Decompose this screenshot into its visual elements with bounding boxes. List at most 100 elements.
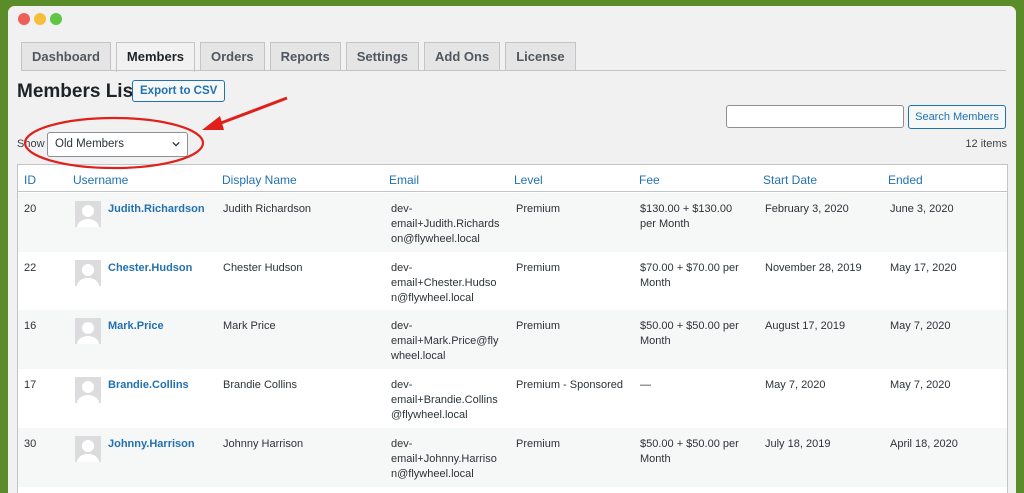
fee-line: Month [640,453,671,465]
email-line: n@flywheel.local [391,292,474,304]
email-line: @flywheel.local [391,409,468,421]
user-silhouette-icon [77,381,99,403]
cell-start-date: May 7, 2020 [765,379,826,391]
cell-username[interactable]: Brandie.Collins [108,378,189,393]
avatar [75,377,101,403]
header-ended[interactable]: Ended [888,173,923,187]
search-input[interactable] [726,105,904,128]
cell-fee: $50.00 + $50.00 per Month [640,437,739,467]
member-filter-select[interactable]: Old Members [47,132,188,157]
show-label: Show [17,138,45,150]
header-id[interactable]: ID [24,173,36,187]
table-header: ID Username Display Name Email Level Fee… [18,165,1007,192]
avatar [75,260,101,286]
cell-fee: $70.00 + $70.00 per Month [640,261,739,291]
cell-email: dev-email+Mark.Price@fly wheel.local [391,319,498,364]
tab-divider [21,70,1006,71]
table-row: 20 Judith.Richardson Judith Richardson d… [18,193,1007,252]
header-username[interactable]: Username [73,173,128,187]
cell-level: Premium [516,320,561,332]
avatar [75,318,101,344]
header-email[interactable]: Email [389,173,419,187]
tab-settings[interactable]: Settings [345,42,420,71]
cell-fee: $50.00 + $50.00 per Month [640,319,739,349]
minimize-window-button[interactable] [34,13,46,25]
tab-dashboard[interactable]: Dashboard [21,42,111,71]
nav-tabs: Dashboard Members Orders Reports Setting… [21,42,581,72]
cell-ended: May 7, 2020 [890,379,951,391]
cell-id: 16 [24,320,37,332]
cell-id: 20 [24,203,37,215]
fee-line: Month [640,335,671,347]
cell-fee: — [640,378,651,393]
tab-reports[interactable]: Reports [269,42,341,71]
cell-id: 22 [24,262,37,274]
fee-line: Month [640,277,671,289]
tab-members[interactable]: Members [115,42,195,72]
header-level[interactable]: Level [514,173,543,187]
user-silhouette-icon [77,264,99,286]
email-line: dev- [391,379,413,391]
table-row: 22 Chester.Hudson Chester Hudson dev-ema… [18,252,1007,311]
user-silhouette-icon [77,322,99,344]
tab-license[interactable]: License [505,42,576,71]
cell-ended: June 3, 2020 [890,203,954,215]
cell-display-name: Johnny Harrison [223,438,304,450]
maximize-window-button[interactable] [50,13,62,25]
cell-username[interactable]: Judith.Richardson [108,202,205,217]
user-silhouette-icon [77,440,99,462]
cell-email: dev-email+Judith.Richards on@flywheel.loc… [391,202,500,247]
close-window-button[interactable] [18,13,30,25]
cell-level: Premium [516,438,561,450]
cell-fee: $130.00 + $130.00 per Month [640,202,732,232]
cell-display-name: Brandie Collins [223,379,297,391]
email-line: email+Judith.Richards [391,218,500,230]
cell-level: Premium [516,203,561,215]
cell-start-date: July 18, 2019 [765,438,831,450]
email-line: wheel.local [391,350,446,362]
search-members-button[interactable]: Search Members [908,105,1006,129]
cell-email: dev-email+Johnny.Harriso n@flywheel.local [391,437,497,482]
header-start-date[interactable]: Start Date [763,173,817,187]
user-silhouette-icon [77,205,99,227]
cell-username[interactable]: Mark.Price [108,319,164,334]
header-display-name[interactable]: Display Name [222,173,297,187]
email-line: on@flywheel.local [391,233,480,245]
tab-orders[interactable]: Orders [199,42,265,71]
email-line: email+Johnny.Harriso [391,453,497,465]
cell-username[interactable]: Johnny.Harrison [108,437,195,452]
export-csv-button[interactable]: Export to CSV [132,80,226,102]
avatar [75,201,101,227]
email-line: email+Chester.Hudso [391,277,497,289]
cell-email: dev-email+Chester.Hudso n@flywheel.local [391,261,496,306]
fee-line: $50.00 + $50.00 per [640,438,739,450]
cell-level: Premium - Sponsored [516,379,623,391]
cell-start-date: August 17, 2019 [765,320,846,332]
cell-display-name: Mark Price [223,320,276,332]
cell-ended: April 18, 2020 [890,438,958,450]
title-bar [8,6,1016,30]
fee-line: $50.00 + $50.00 per [640,320,739,332]
member-filter-value: Old Members [55,138,125,150]
cell-username[interactable]: Chester.Hudson [108,261,192,276]
email-line: email+Mark.Price@fly [391,335,499,347]
cell-id: 30 [24,438,37,450]
email-line: dev- [391,203,413,215]
cell-display-name: Chester Hudson [223,262,303,274]
browser-window: Dashboard Members Orders Reports Setting… [8,6,1016,493]
tab-add-ons[interactable]: Add Ons [424,42,501,71]
table-row: 30 Johnny.Harrison Johnny Harrison dev-e… [18,428,1007,487]
cell-start-date: November 28, 2019 [765,262,862,274]
cell-ended: May 17, 2020 [890,262,957,274]
members-table: ID Username Display Name Email Level Fee… [17,164,1008,493]
cell-level: Premium [516,262,561,274]
email-line: dev- [391,262,413,274]
cell-email: dev-email+Brandie.Collins @flywheel.local [391,378,498,423]
fee-line: $70.00 + $70.00 per [640,262,739,274]
annotation-arrow-head [202,116,224,130]
email-line: email+Brandie.Collins [391,394,498,406]
header-fee[interactable]: Fee [639,173,660,187]
cell-display-name: Judith Richardson [223,203,312,215]
page-title: Members List [17,81,140,102]
email-line: n@flywheel.local [391,468,474,480]
